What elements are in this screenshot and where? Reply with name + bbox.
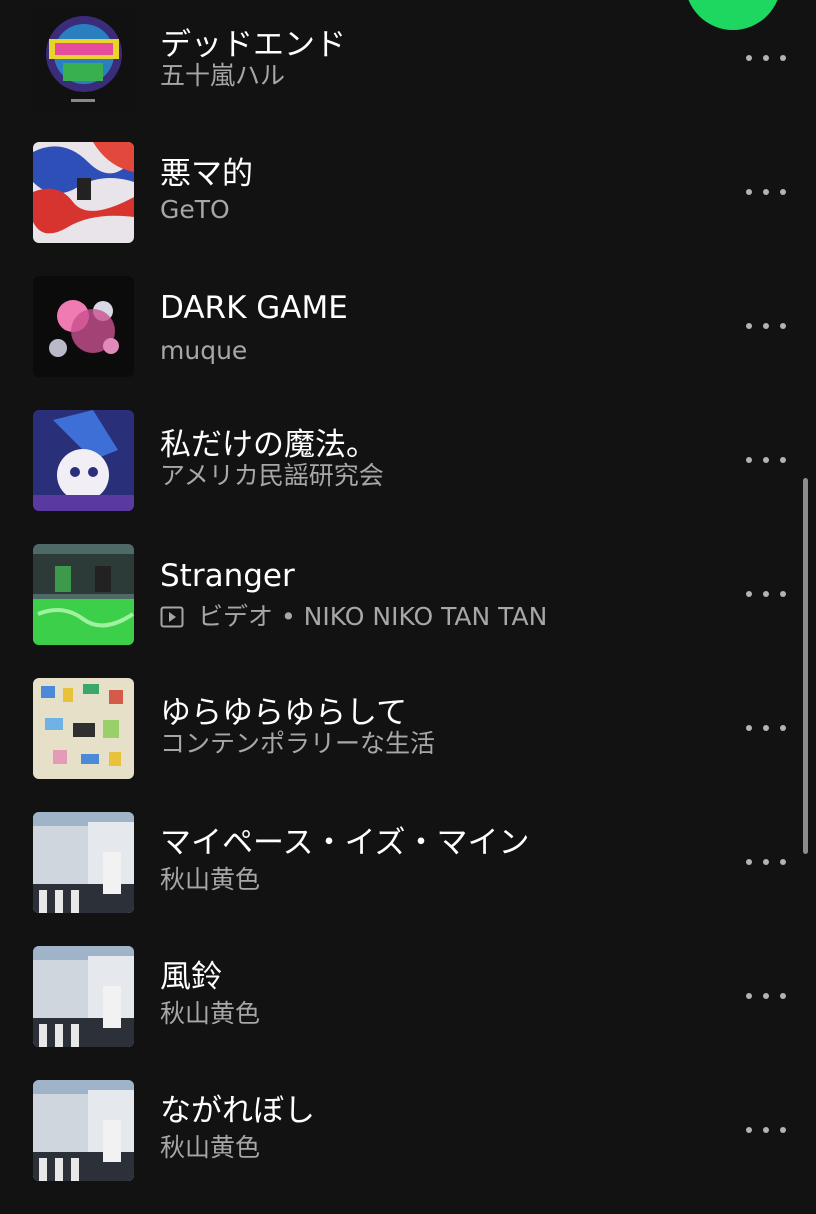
album-art (33, 812, 134, 913)
album-art (33, 678, 134, 779)
album-art (33, 544, 134, 645)
album-art (33, 142, 134, 243)
track-artist: 秋山黄色 (160, 1133, 261, 1162)
track-artist: アメリカ民謡研究会 (160, 461, 384, 490)
more-options-icon[interactable] (746, 1120, 786, 1140)
track-title: ながれぼし (160, 1093, 315, 1129)
track-title: Stranger (160, 558, 295, 594)
track-title: デッドエンド (160, 27, 346, 63)
track-artist: 五十嵐ハル (160, 61, 286, 90)
track-title: 悪マ的 (160, 156, 253, 192)
track-artist: GeTO (160, 195, 230, 224)
track-artist: ビデオ • NIKO NIKO TAN TAN (160, 602, 547, 632)
more-options-icon[interactable] (746, 852, 786, 872)
track-title: 風鈴 (160, 959, 222, 995)
album-art (33, 9, 134, 110)
track-title: 私だけの魔法。 (160, 427, 377, 463)
track-row[interactable]: ゆらゆらゆらして コンテンポラリーな生活 (0, 678, 816, 812)
album-art (33, 276, 134, 377)
album-art (33, 410, 134, 511)
more-options-icon[interactable] (746, 986, 786, 1006)
track-row[interactable]: マイペース・イズ・マイン 秋山黄色 (0, 812, 816, 946)
track-row[interactable]: 私だけの魔法。 アメリカ民謡研究会 (0, 410, 816, 544)
track-row[interactable]: デッドエンド 五十嵐ハル (0, 9, 816, 143)
track-row[interactable]: 悪マ的 GeTO (0, 142, 816, 276)
track-artist: muque (160, 336, 248, 365)
album-art (33, 946, 134, 1047)
more-options-icon[interactable] (746, 450, 786, 470)
more-options-icon[interactable] (746, 182, 786, 202)
track-artist-text: ビデオ • NIKO NIKO TAN TAN (198, 602, 548, 631)
track-row[interactable]: DARK GAME muque (0, 276, 816, 410)
more-options-icon[interactable] (746, 48, 786, 68)
more-options-icon[interactable] (746, 718, 786, 738)
more-options-icon[interactable] (746, 316, 786, 336)
album-art (33, 1080, 134, 1181)
track-artist: 秋山黄色 (160, 865, 261, 894)
track-row[interactable]: Stranger ビデオ • NIKO NIKO TAN TAN (0, 544, 816, 678)
track-title: マイペース・イズ・マイン (160, 825, 530, 861)
track-artist: 秋山黄色 (160, 999, 261, 1028)
more-options-icon[interactable] (746, 584, 786, 604)
track-title: DARK GAME (160, 290, 348, 326)
track-artist: コンテンポラリーな生活 (160, 729, 436, 758)
track-row[interactable]: 風鈴 秋山黄色 (0, 946, 816, 1080)
scrollbar[interactable] (803, 478, 808, 854)
track-title: ゆらゆらゆらして (160, 695, 408, 731)
video-icon (160, 606, 184, 628)
track-row[interactable]: ながれぼし 秋山黄色 (0, 1080, 816, 1214)
